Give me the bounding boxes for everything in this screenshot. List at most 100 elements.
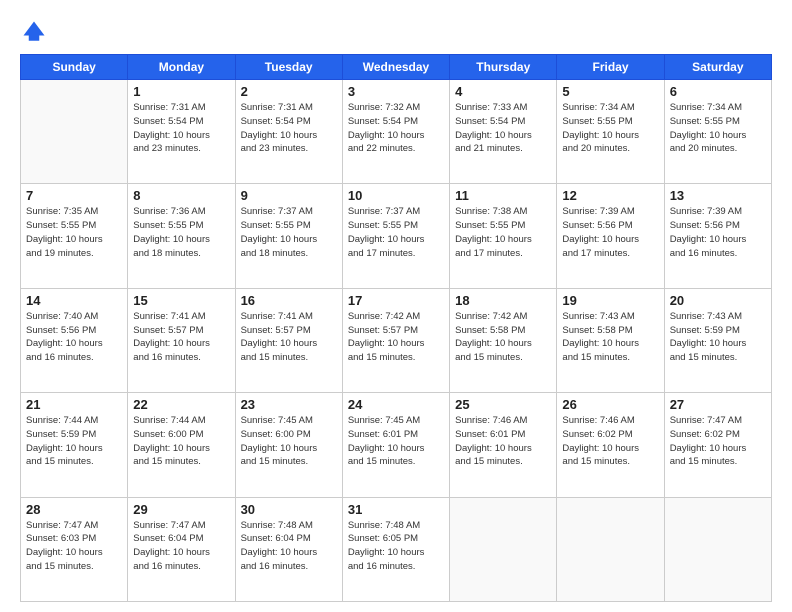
calendar-cell: 22Sunrise: 7:44 AM Sunset: 6:00 PM Dayli… [128,393,235,497]
day-number: 23 [241,397,337,412]
day-info: Sunrise: 7:48 AM Sunset: 6:04 PM Dayligh… [241,519,337,574]
calendar-cell: 25 Sunrise: 7:46 AM Sunset: 6:01 PM Dayli… [450,393,557,497]
day-number: 30 [241,502,337,517]
day-info: Sunrise: 7:31 AM Sunset: 5:54 PM Dayligh… [133,101,229,156]
day-info: Sunrise: 7:40 AM Sunset: 5:56 PM Dayligh… [26,310,122,365]
calendar-cell: 21 Sunrise: 7:44 AM Sunset: 5:59 PM Dayli… [21,393,128,497]
page: SundayMondayTuesdayWednesdayThursdayFrid… [0,0,792,612]
day-info: Sunrise: 7:44 AM Sunset: 6:00 PM Dayligh… [133,414,229,469]
calendar-cell [557,497,664,601]
day-info: Sunrise: 7:44 AM Sunset: 5:59 PM Dayligh… [26,414,122,469]
week-row-4: 21 Sunrise: 7:44 AM Sunset: 5:59 PM Dayli… [21,393,772,497]
day-number: 25 [455,397,551,412]
day-info: Sunrise: 7:35 AM Sunset: 5:55 PM Dayligh… [26,205,122,260]
day-info: Sunrise: 7:41 AM Sunset: 5:57 PM Dayligh… [133,310,229,365]
calendar-cell [21,80,128,184]
weekday-header-friday: Friday [557,55,664,80]
week-row-5: 28 Sunrise: 7:47 AM Sunset: 6:03 PM Dayli… [21,497,772,601]
logo [20,18,52,46]
week-row-3: 14 Sunrise: 7:40 AM Sunset: 5:56 PM Dayli… [21,288,772,392]
calendar-cell: 31 Sunrise: 7:48 AM Sunset: 6:05 PM Dayli… [342,497,449,601]
day-number: 28 [26,502,122,517]
day-number: 12 [562,188,658,203]
calendar-cell: 14 Sunrise: 7:40 AM Sunset: 5:56 PM Dayli… [21,288,128,392]
day-number: 29 [133,502,229,517]
calendar-cell: 17 Sunrise: 7:42 AM Sunset: 5:57 PM Dayli… [342,288,449,392]
day-number: 11 [455,188,551,203]
week-row-1: 1 Sunrise: 7:31 AM Sunset: 5:54 PM Daylig… [21,80,772,184]
weekday-header-monday: Monday [128,55,235,80]
day-info: Sunrise: 7:45 AM Sunset: 6:00 PM Dayligh… [241,414,337,469]
day-number: 24 [348,397,444,412]
calendar-cell: 16 Sunrise: 7:41 AM Sunset: 5:57 PM Dayli… [235,288,342,392]
day-number: 9 [241,188,337,203]
weekday-header-thursday: Thursday [450,55,557,80]
day-number: 2 [241,84,337,99]
day-info: Sunrise: 7:47 AM Sunset: 6:04 PM Dayligh… [133,519,229,574]
calendar-cell: 3 Sunrise: 7:32 AM Sunset: 5:54 PM Daylig… [342,80,449,184]
day-number: 26 [562,397,658,412]
day-number: 3 [348,84,444,99]
day-number: 27 [670,397,766,412]
day-number: 6 [670,84,766,99]
day-info: Sunrise: 7:34 AM Sunset: 5:55 PM Dayligh… [670,101,766,156]
calendar-cell: 19Sunrise: 7:43 AM Sunset: 5:58 PM Dayli… [557,288,664,392]
day-info: Sunrise: 7:43 AM Sunset: 5:59 PM Dayligh… [670,310,766,365]
calendar-cell: 26Sunrise: 7:46 AM Sunset: 6:02 PM Dayli… [557,393,664,497]
day-number: 21 [26,397,122,412]
day-info: Sunrise: 7:36 AM Sunset: 5:55 PM Dayligh… [133,205,229,260]
day-info: Sunrise: 7:32 AM Sunset: 5:54 PM Dayligh… [348,101,444,156]
calendar-cell: 1 Sunrise: 7:31 AM Sunset: 5:54 PM Daylig… [128,80,235,184]
week-row-2: 7 Sunrise: 7:35 AM Sunset: 5:55 PM Daylig… [21,184,772,288]
day-info: Sunrise: 7:43 AM Sunset: 5:58 PM Dayligh… [562,310,658,365]
calendar-cell: 20 Sunrise: 7:43 AM Sunset: 5:59 PM Dayli… [664,288,771,392]
day-info: Sunrise: 7:33 AM Sunset: 5:54 PM Dayligh… [455,101,551,156]
day-number: 5 [562,84,658,99]
calendar-cell: 28 Sunrise: 7:47 AM Sunset: 6:03 PM Dayli… [21,497,128,601]
calendar-cell: 4 Sunrise: 7:33 AM Sunset: 5:54 PM Daylig… [450,80,557,184]
day-info: Sunrise: 7:38 AM Sunset: 5:55 PM Dayligh… [455,205,551,260]
calendar-cell: 5 Sunrise: 7:34 AM Sunset: 5:55 PM Daylig… [557,80,664,184]
calendar-cell: 15 Sunrise: 7:41 AM Sunset: 5:57 PM Dayli… [128,288,235,392]
day-number: 7 [26,188,122,203]
weekday-header-saturday: Saturday [664,55,771,80]
calendar-cell: 8 Sunrise: 7:36 AM Sunset: 5:55 PM Daylig… [128,184,235,288]
day-number: 17 [348,293,444,308]
day-info: Sunrise: 7:42 AM Sunset: 5:57 PM Dayligh… [348,310,444,365]
day-number: 31 [348,502,444,517]
header [20,18,772,46]
day-info: Sunrise: 7:37 AM Sunset: 5:55 PM Dayligh… [348,205,444,260]
calendar-cell: 13Sunrise: 7:39 AM Sunset: 5:56 PM Dayli… [664,184,771,288]
calendar-cell: 23 Sunrise: 7:45 AM Sunset: 6:00 PM Dayli… [235,393,342,497]
day-info: Sunrise: 7:37 AM Sunset: 5:55 PM Dayligh… [241,205,337,260]
day-info: Sunrise: 7:41 AM Sunset: 5:57 PM Dayligh… [241,310,337,365]
calendar-cell: 9 Sunrise: 7:37 AM Sunset: 5:55 PM Daylig… [235,184,342,288]
day-number: 15 [133,293,229,308]
day-info: Sunrise: 7:31 AM Sunset: 5:54 PM Dayligh… [241,101,337,156]
weekday-header-sunday: Sunday [21,55,128,80]
calendar-cell [664,497,771,601]
day-info: Sunrise: 7:39 AM Sunset: 5:56 PM Dayligh… [562,205,658,260]
day-number: 1 [133,84,229,99]
calendar-cell: 29 Sunrise: 7:47 AM Sunset: 6:04 PM Dayli… [128,497,235,601]
calendar-cell [450,497,557,601]
day-number: 4 [455,84,551,99]
day-info: Sunrise: 7:47 AM Sunset: 6:03 PM Dayligh… [26,519,122,574]
day-info: Sunrise: 7:39 AM Sunset: 5:56 PM Dayligh… [670,205,766,260]
calendar-cell: 30 Sunrise: 7:48 AM Sunset: 6:04 PM Dayli… [235,497,342,601]
day-info: Sunrise: 7:42 AM Sunset: 5:58 PM Dayligh… [455,310,551,365]
day-number: 20 [670,293,766,308]
day-info: Sunrise: 7:45 AM Sunset: 6:01 PM Dayligh… [348,414,444,469]
calendar-cell: 7 Sunrise: 7:35 AM Sunset: 5:55 PM Daylig… [21,184,128,288]
weekday-header-wednesday: Wednesday [342,55,449,80]
day-info: Sunrise: 7:34 AM Sunset: 5:55 PM Dayligh… [562,101,658,156]
weekday-header-row: SundayMondayTuesdayWednesdayThursdayFrid… [21,55,772,80]
day-number: 16 [241,293,337,308]
calendar-cell: 2 Sunrise: 7:31 AM Sunset: 5:54 PM Daylig… [235,80,342,184]
calendar-cell: 27Sunrise: 7:47 AM Sunset: 6:02 PM Dayli… [664,393,771,497]
day-info: Sunrise: 7:48 AM Sunset: 6:05 PM Dayligh… [348,519,444,574]
day-number: 14 [26,293,122,308]
calendar-cell: 18Sunrise: 7:42 AM Sunset: 5:58 PM Dayli… [450,288,557,392]
day-info: Sunrise: 7:46 AM Sunset: 6:01 PM Dayligh… [455,414,551,469]
day-number: 8 [133,188,229,203]
